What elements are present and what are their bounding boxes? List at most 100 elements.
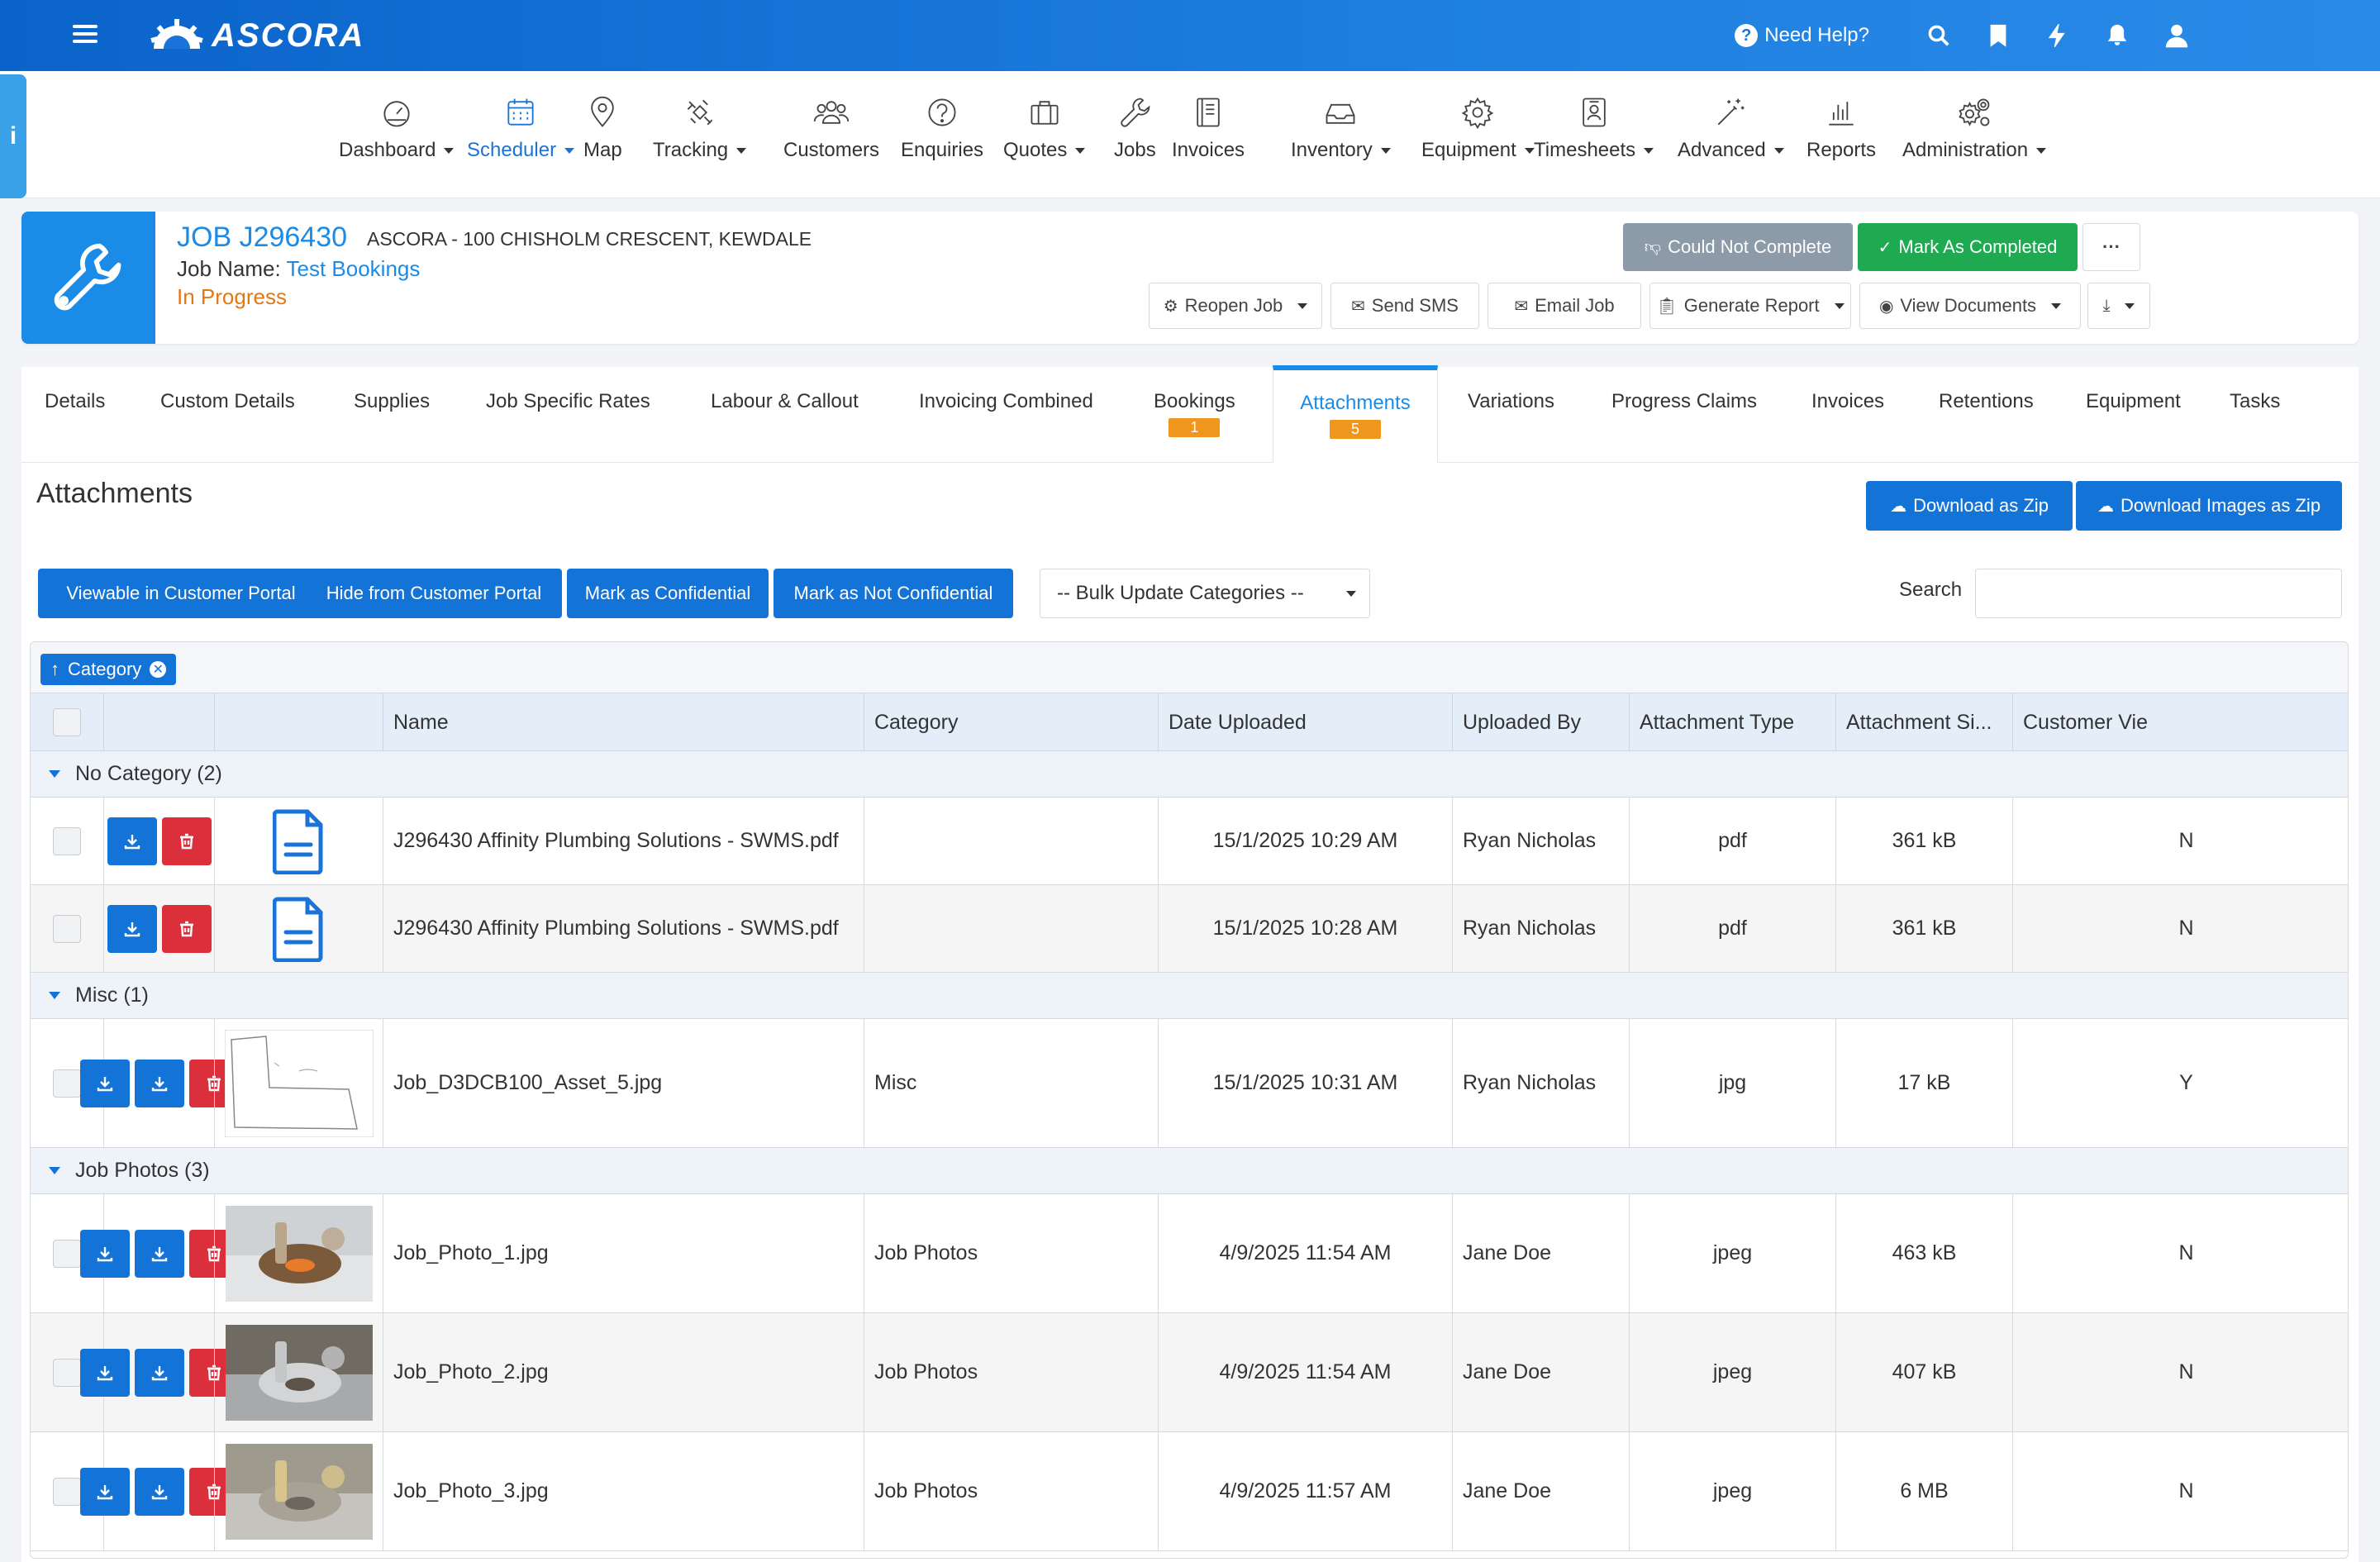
column-header[interactable]: Name bbox=[383, 693, 864, 751]
tab-variations[interactable]: Variations bbox=[1468, 367, 1554, 463]
reopen-job-button[interactable]: ⚙ Reopen Job bbox=[1149, 283, 1322, 329]
select-all-checkbox[interactable] bbox=[53, 708, 81, 736]
column-header[interactable]: Customer Vie bbox=[2012, 693, 2348, 751]
nav-item-administration[interactable]: Administration bbox=[1902, 94, 2047, 162]
search-input[interactable] bbox=[1975, 569, 2342, 618]
group-row[interactable]: Misc (1) bbox=[31, 973, 2348, 1019]
select-cell[interactable] bbox=[31, 798, 103, 884]
nav-item-timesheets[interactable]: Timesheets bbox=[1534, 94, 1654, 162]
name-cell[interactable]: Job_Photo_2.jpg bbox=[383, 1313, 864, 1431]
name-cell[interactable]: J296430 Affinity Plumbing Solutions - SW… bbox=[383, 885, 864, 972]
column-header[interactable]: Date Uploaded bbox=[1158, 693, 1452, 751]
nav-item-inventory[interactable]: Inventory bbox=[1291, 94, 1391, 162]
could-not-complete-button[interactable]: 👎︎ Could Not Complete bbox=[1623, 223, 1853, 271]
need-help-link[interactable]: ? Need Help? bbox=[1735, 24, 1869, 47]
row-checkbox[interactable] bbox=[53, 1358, 81, 1387]
user-icon[interactable] bbox=[2147, 0, 2206, 71]
download-images-zip-button[interactable]: ☁ Download Images as Zip bbox=[2076, 481, 2342, 531]
select-cell[interactable] bbox=[31, 885, 103, 972]
mark-completed-button[interactable]: ✓ Mark As Completed bbox=[1858, 223, 2078, 271]
column-header[interactable]: Uploaded By bbox=[1452, 693, 1629, 751]
download-button[interactable] bbox=[79, 1059, 130, 1107]
tab-tasks[interactable]: Tasks bbox=[2230, 367, 2280, 463]
table-row[interactable]: J296430 Affinity Plumbing Solutions - SW… bbox=[31, 798, 2348, 885]
mark-confidential-button[interactable]: Mark as Confidential bbox=[567, 569, 769, 618]
nav-item-enquiries[interactable]: Enquiries bbox=[901, 94, 983, 162]
tab-labour-callout[interactable]: Labour & Callout bbox=[711, 367, 859, 463]
name-cell[interactable]: Job_D3DCB100_Asset_5.jpg bbox=[383, 1019, 864, 1147]
row-checkbox[interactable] bbox=[53, 826, 81, 855]
viewable-in-portal-button[interactable]: Viewable in Customer Portal bbox=[38, 569, 324, 618]
bookmark-icon[interactable] bbox=[1968, 0, 2028, 71]
tab-retentions[interactable]: Retentions bbox=[1939, 367, 2034, 463]
name-cell[interactable]: J296430 Affinity Plumbing Solutions - SW… bbox=[383, 798, 864, 884]
generate-report-button[interactable]: 📋︎ Generate Report bbox=[1649, 283, 1851, 329]
tab-attachments[interactable]: Attachments 5 bbox=[1273, 365, 1438, 463]
bell-icon[interactable] bbox=[2087, 0, 2147, 71]
download-button[interactable] bbox=[79, 1348, 130, 1397]
tab-equipment[interactable]: Equipment bbox=[2086, 367, 2181, 463]
table-row[interactable]: Job_Photo_1.jpg Job Photos 4/9/2025 11:54 … bbox=[31, 1194, 2348, 1313]
bulk-category-select[interactable]: -- Bulk Update Categories -- bbox=[1040, 569, 1370, 618]
download-menu-button[interactable]: ⤓ bbox=[2087, 283, 2150, 329]
download-button[interactable] bbox=[79, 1229, 130, 1278]
nav-item-tracking[interactable]: Tracking bbox=[653, 94, 747, 162]
lightning-icon[interactable] bbox=[2028, 0, 2087, 71]
search-icon[interactable] bbox=[1909, 0, 1968, 71]
nav-item-jobs[interactable]: Jobs bbox=[1114, 94, 1156, 162]
tab-details[interactable]: Details bbox=[45, 367, 105, 463]
nav-item-invoices[interactable]: Invoices bbox=[1172, 94, 1245, 162]
nav-item-quotes[interactable]: Quotes bbox=[1003, 94, 1086, 162]
name-cell[interactable]: Job_Photo_1.jpg bbox=[383, 1194, 864, 1312]
mark-not-confidential-button[interactable]: Mark as Not Confidential bbox=[774, 569, 1013, 618]
row-checkbox[interactable] bbox=[53, 914, 81, 943]
view-documents-button[interactable]: ◉ View Documents bbox=[1859, 283, 2081, 329]
download-button[interactable] bbox=[134, 1467, 184, 1516]
tab-custom-details[interactable]: Custom Details bbox=[160, 367, 295, 463]
tab-invoices[interactable]: Invoices bbox=[1811, 367, 1884, 463]
job-name-value[interactable]: Test Bookings bbox=[287, 256, 421, 281]
info-side-tab[interactable]: i bbox=[0, 74, 26, 198]
hide-from-portal-button[interactable]: Hide from Customer Portal bbox=[306, 569, 562, 618]
tab-bookings[interactable]: Bookings 1 bbox=[1154, 367, 1235, 463]
column-header[interactable]: Category bbox=[864, 693, 1158, 751]
name-cell[interactable]: Job_Photo_3.jpg bbox=[383, 1432, 864, 1550]
nav-item-advanced[interactable]: Advanced bbox=[1678, 94, 1784, 162]
tab-progress-claims[interactable]: Progress Claims bbox=[1611, 367, 1757, 463]
nav-item-customers[interactable]: Customers bbox=[783, 94, 879, 162]
download-zip-button[interactable]: ☁ Download as Zip bbox=[1866, 481, 2073, 531]
nav-item-scheduler[interactable]: Scheduler bbox=[467, 94, 575, 162]
more-actions-button[interactable]: ··· bbox=[2082, 223, 2140, 271]
row-checkbox[interactable] bbox=[53, 1069, 81, 1098]
close-icon[interactable]: ✕ bbox=[150, 661, 167, 678]
tab-job-specific-rates[interactable]: Job Specific Rates bbox=[486, 367, 650, 463]
tab-supplies[interactable]: Supplies bbox=[354, 367, 430, 463]
delete-button[interactable] bbox=[161, 904, 212, 953]
download-button[interactable] bbox=[107, 817, 157, 865]
download-button[interactable] bbox=[79, 1467, 130, 1516]
download-button[interactable] bbox=[134, 1059, 184, 1107]
column-header[interactable]: Attachment Si... bbox=[1835, 693, 2012, 751]
download-button[interactable] bbox=[134, 1229, 184, 1278]
group-row[interactable]: Job Photos (3) bbox=[31, 1148, 2348, 1194]
table-row[interactable]: Job_Photo_3.jpg Job Photos 4/9/2025 11:57 … bbox=[31, 1432, 2348, 1551]
delete-button[interactable] bbox=[161, 817, 212, 865]
nav-item-reports[interactable]: Reports bbox=[1806, 94, 1876, 162]
table-row[interactable]: J296430 Affinity Plumbing Solutions - SW… bbox=[31, 885, 2348, 973]
send-sms-button[interactable]: ✉ Send SMS bbox=[1330, 283, 1479, 329]
download-button[interactable] bbox=[107, 904, 157, 953]
download-button[interactable] bbox=[134, 1348, 184, 1397]
row-checkbox[interactable] bbox=[53, 1477, 81, 1506]
tab-invoicing-combined[interactable]: Invoicing Combined bbox=[919, 367, 1093, 463]
table-row[interactable]: Job_D3DCB100_Asset_5.jpg Misc 15/1/2025 10… bbox=[31, 1019, 2348, 1148]
select-all-column[interactable] bbox=[31, 693, 103, 751]
nav-item-dashboard[interactable]: Dashboard bbox=[339, 94, 455, 162]
brand-logo[interactable]: ASCORA bbox=[150, 15, 364, 56]
group-chip-category[interactable]: ↑ Category ✕ bbox=[40, 654, 177, 685]
nav-item-equipment[interactable]: Equipment bbox=[1421, 94, 1535, 162]
email-job-button[interactable]: ✉ Email Job bbox=[1488, 283, 1641, 329]
group-row[interactable]: No Category (2) bbox=[31, 751, 2348, 798]
column-header[interactable]: Attachment Type bbox=[1629, 693, 1835, 751]
row-checkbox[interactable] bbox=[53, 1239, 81, 1268]
table-row[interactable]: Job_Photo_2.jpg Job Photos 4/9/2025 11:54 … bbox=[31, 1313, 2348, 1432]
